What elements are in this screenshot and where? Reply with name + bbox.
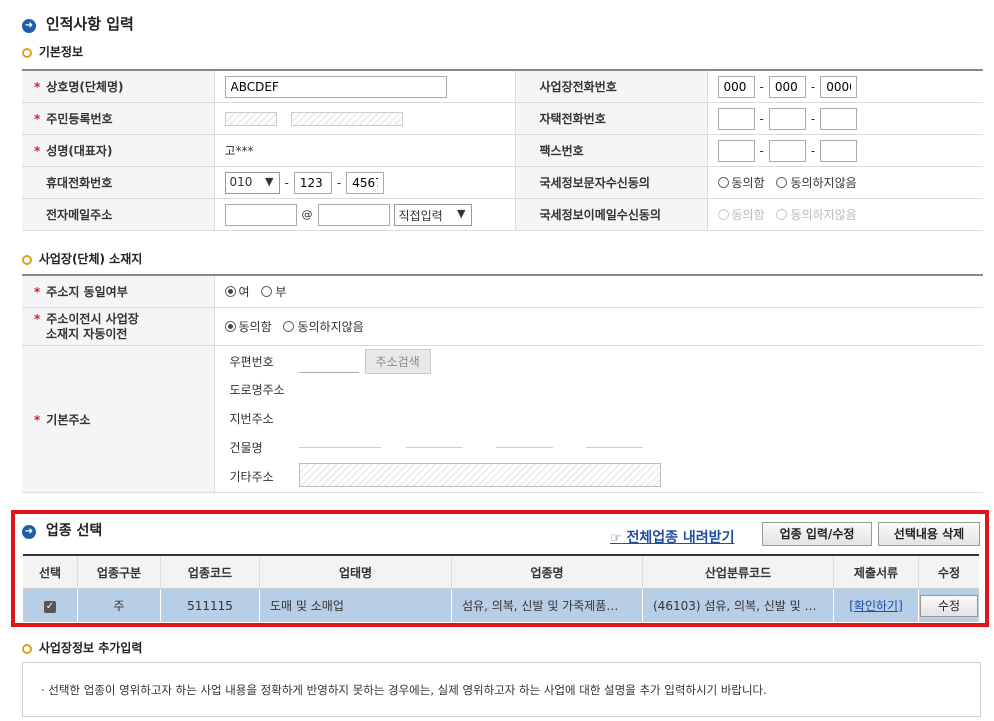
arrow-circle-icon: ➜	[22, 524, 36, 539]
mobile-3-input[interactable]	[346, 171, 385, 194]
email-label: 전자메일주소	[22, 198, 215, 231]
bullet-icon	[22, 643, 32, 654]
building-field-1[interactable]	[298, 447, 381, 448]
bullet-icon	[22, 47, 32, 58]
row-type: 주	[77, 588, 161, 622]
col-code: 업종코드	[160, 555, 260, 589]
page-header: ➜ 인적사항 입력	[22, 13, 134, 34]
mobile-2-input[interactable]	[293, 171, 332, 194]
zip-label: 우편번호	[229, 355, 274, 369]
section-basic-header: 기본정보	[22, 43, 83, 60]
home-phone-label: 자택전화번호	[514, 102, 708, 135]
col-select: 선택	[23, 555, 78, 589]
row-select-checkbox[interactable]: ✓	[44, 601, 56, 613]
building-label: 건물명	[229, 441, 263, 455]
address-table: * 주소지 동일여부 여 부 * 주소이전시 사업장 소재지 자동이전 동의함 동의하…	[22, 274, 983, 493]
company-name-label: * 상호명(단체명)	[22, 70, 215, 103]
same-yes-radio[interactable]	[224, 286, 236, 297]
section-extra-title: 사업장정보 추가입력	[38, 641, 143, 655]
col-business: 업태명	[259, 555, 452, 589]
section-basic-title: 기본정보	[38, 45, 83, 59]
home-phone-2-input[interactable]	[768, 107, 806, 130]
row-class-code: (46103) 섬유, 의복, 신발 및 …	[642, 588, 834, 622]
col-industry-name: 업종명	[451, 555, 643, 589]
auto-move-disagree-radio[interactable]	[283, 321, 295, 332]
other-addr-input[interactable]	[298, 463, 661, 487]
fax-1-input[interactable]	[717, 139, 755, 162]
section-address-header: 사업장(단체) 소재지	[22, 250, 142, 267]
zip-input[interactable]	[298, 350, 359, 373]
building-field-4[interactable]	[585, 447, 643, 448]
row-business: 도매 및 소매업	[259, 588, 452, 622]
industry-table: 선택 업종구분 업종코드 업태명 업종명 산업분류코드 제출서류 수정 ✓ 주 …	[23, 554, 979, 622]
delete-selection-button[interactable]: 선택내용 삭제	[878, 522, 980, 546]
email-domain-select[interactable]: 직접입력 ▼	[393, 203, 472, 226]
biz-phone-2-input[interactable]	[768, 75, 806, 98]
table-row: ✓ 주 511115 도매 및 소매업 섬유, 의복, 신발 및 가죽제품… (…	[23, 588, 979, 622]
email-consent-label: 국세정보이메일수신동의	[514, 198, 708, 231]
name-value: 고***	[214, 134, 515, 167]
email-agree-radio[interactable]	[717, 209, 729, 220]
section-industry-header: ➜ 업종 선택	[22, 520, 102, 540]
fax-2-input[interactable]	[768, 139, 806, 162]
resident-no-2-input[interactable]	[290, 111, 403, 126]
mobile-prefix-select[interactable]: 010 ▼	[224, 171, 280, 194]
fax-label: 팩스번호	[514, 134, 708, 167]
chevron-down-icon: ▼	[457, 206, 466, 220]
industry-input-button[interactable]: 업종 입력/수정	[762, 522, 872, 546]
biz-phone-3-input[interactable]	[820, 75, 858, 98]
biz-phone-1-input[interactable]	[717, 75, 755, 98]
lot-addr-label: 지번주소	[229, 412, 274, 426]
sms-consent-label: 국세정보문자수신동의	[514, 166, 708, 199]
arrow-circle-icon: ➜	[22, 18, 36, 33]
other-addr-label: 기타주소	[229, 470, 274, 484]
address-search-button[interactable]: 주소검색	[364, 349, 431, 374]
page-title: 인적사항 입력	[45, 15, 134, 33]
sms-disagree-radio[interactable]	[776, 177, 788, 188]
same-addr-label: * 주소지 동일여부	[22, 275, 215, 308]
email-disagree-radio[interactable]	[776, 209, 788, 220]
row-edit-button[interactable]: 수정	[920, 594, 978, 617]
required-mark: *	[34, 80, 41, 94]
auto-move-agree-radio[interactable]	[224, 321, 236, 332]
col-type: 업종구분	[77, 555, 161, 589]
fax-3-input[interactable]	[820, 139, 858, 162]
section-address-title: 사업장(단체) 소재지	[38, 252, 143, 266]
download-all-link[interactable]: ☞ 전체업종 내려받기	[610, 527, 734, 547]
row-code: 511115	[160, 588, 260, 622]
pointing-hand-icon: ☞	[610, 531, 622, 546]
company-name-input[interactable]	[224, 75, 447, 98]
biz-phone-label: 사업장전화번호	[514, 70, 708, 103]
email-domain-input[interactable]	[317, 203, 390, 226]
section-extra-header: 사업장정보 추가입력	[22, 639, 142, 656]
section-industry-title: 업종 선택	[45, 523, 103, 539]
same-no-radio[interactable]	[261, 286, 273, 297]
home-phone-1-input[interactable]	[717, 107, 755, 130]
name-label: * 성명(대표자)	[22, 134, 215, 167]
bullet-icon	[22, 254, 32, 265]
resident-no-label: * 주민등록번호	[22, 102, 215, 135]
building-field-2[interactable]	[405, 447, 463, 448]
row-industry-name: 섬유, 의복, 신발 및 가죽제품…	[451, 588, 643, 622]
sms-agree-radio[interactable]	[717, 177, 729, 188]
road-addr-label: 도로명주소	[229, 383, 285, 397]
resident-no-1-input[interactable]	[224, 111, 277, 126]
basic-info-table: *상호명(단체명) 사업장전화번호 -- *주민등록번호 자택전화번호 -- *…	[22, 69, 983, 231]
base-addr-label: * 기본주소	[22, 345, 215, 493]
col-class-code: 산업분류코드	[642, 555, 834, 589]
chevron-down-icon: ▼	[265, 174, 274, 188]
check-docs-link[interactable]: [확인하기]	[849, 599, 903, 613]
extra-info-box: · 선택한 업종이 영위하고자 하는 사업 내용을 정확하게 반영하지 못하는 …	[22, 662, 981, 717]
mobile-label: 휴대전화번호	[22, 166, 215, 199]
auto-move-label: * 주소이전시 사업장 소재지 자동이전	[22, 307, 215, 346]
col-edit: 수정	[918, 555, 979, 589]
extra-info-note: · 선택한 업종이 영위하고자 하는 사업 내용을 정확하게 반영하지 못하는 …	[41, 683, 767, 697]
home-phone-3-input[interactable]	[820, 107, 858, 130]
col-docs: 제출서류	[833, 555, 919, 589]
building-field-3[interactable]	[495, 447, 553, 448]
email-id-input[interactable]	[224, 203, 297, 226]
